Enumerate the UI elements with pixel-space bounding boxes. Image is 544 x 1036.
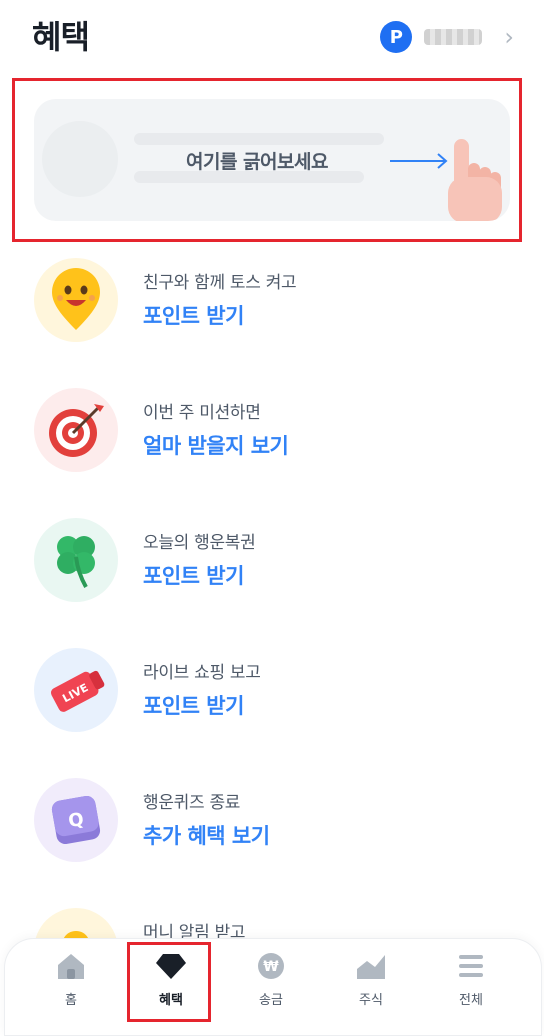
item-subtitle: 행운퀴즈 종료 (143, 793, 241, 813)
bottom-tab-bar: 홈 혜택 ₩ 송금 주식 전체 (4, 938, 542, 1036)
live-tag-icon: LIVE (50, 670, 105, 712)
stock-chart-icon (357, 955, 385, 979)
get-points-link[interactable]: 포인트 받기 (143, 690, 244, 720)
menu-icon (459, 955, 483, 977)
item-icon-bg: LIVE (34, 648, 118, 732)
active-tab-highlight (127, 942, 211, 1022)
target-dart-icon (49, 404, 104, 457)
tab-stocks[interactable]: 주식 (331, 951, 411, 1008)
get-points-link[interactable]: 포인트 받기 (143, 300, 244, 330)
item-subtitle: 친구와 함께 토스 켜고 (143, 273, 297, 293)
list-item[interactable]: LIVE 라이브 쇼핑 보고 포인트 받기 (0, 644, 544, 756)
blurred-username (424, 29, 483, 45)
tab-home[interactable]: 홈 (31, 951, 111, 1008)
tab-label: 전체 (459, 993, 483, 1008)
view-reward-link[interactable]: 얼마 받을지 보기 (143, 430, 289, 460)
header: 혜택 P › (0, 0, 544, 72)
item-icon-bg: Q (34, 778, 118, 862)
view-more-benefits-link[interactable]: 추가 혜택 보기 (143, 820, 270, 850)
list-item[interactable]: 이번 주 미션하면 얼마 받을지 보기 (0, 384, 544, 496)
list-item[interactable]: 친구와 함께 토스 켜고 포인트 받기 (0, 254, 544, 366)
tab-label: 주식 (359, 993, 383, 1008)
get-points-link[interactable]: 포인트 받기 (143, 560, 244, 590)
smiley-face-icon (52, 268, 100, 330)
home-icon (58, 954, 84, 979)
item-subtitle: 이번 주 미션하면 (143, 403, 261, 423)
tab-label: 송금 (259, 993, 283, 1008)
item-subtitle: 라이브 쇼핑 보고 (143, 663, 261, 683)
pointing-hand-icon (448, 139, 502, 221)
tab-label: 홈 (65, 993, 77, 1008)
hidden-coin-icon (42, 121, 118, 197)
clover-icon (57, 536, 95, 588)
scratch-instruction: 여기를 긁어보세요 (186, 151, 328, 173)
scratch-card[interactable]: 여기를 긁어보세요 (34, 99, 510, 221)
quiz-q-icon: Q (51, 795, 101, 845)
won-coin-icon: ₩ (258, 953, 284, 979)
item-icon-bg (34, 258, 118, 342)
page-title: 혜택 (32, 18, 90, 56)
item-icon-bg (34, 518, 118, 602)
chevron-right-icon: › (504, 23, 514, 51)
tab-all[interactable]: 전체 (431, 951, 511, 1008)
list-item[interactable]: 오늘의 행운복권 포인트 받기 (0, 514, 544, 626)
list-item[interactable]: Q 행운퀴즈 종료 추가 혜택 보기 (0, 774, 544, 886)
hidden-text-line (134, 133, 384, 145)
tab-transfer[interactable]: ₩ 송금 (231, 951, 311, 1008)
profile-button[interactable]: P › (380, 20, 514, 54)
item-subtitle: 오늘의 행운복권 (143, 533, 256, 553)
item-icon-bg (34, 388, 118, 472)
points-badge: P (380, 21, 413, 53)
svg-text:₩: ₩ (263, 959, 279, 975)
